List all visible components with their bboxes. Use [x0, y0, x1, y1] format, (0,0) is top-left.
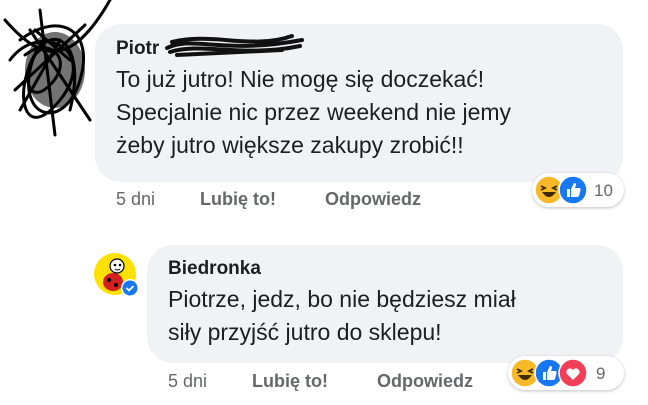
comment-timestamp[interactable]: 5 dni: [116, 189, 155, 210]
like-link[interactable]: Lubię to!: [252, 371, 328, 392]
comment-author[interactable]: Piotr: [116, 38, 159, 60]
comment-author[interactable]: Biedronka: [168, 258, 261, 280]
reaction-count: 9: [596, 364, 606, 383]
comment-text: To już jutro! Nie mogę się doczekać! Spe…: [116, 66, 512, 158]
reactions-summary[interactable]: 9: [508, 356, 624, 390]
reaction-count: 10: [594, 181, 613, 200]
reply-link[interactable]: Odpowiedz: [325, 189, 421, 210]
like-icon: [558, 175, 588, 205]
like-link[interactable]: Lubię to!: [200, 189, 276, 210]
biedronka-avatar[interactable]: [93, 252, 141, 300]
reactions-summary[interactable]: 10: [532, 173, 624, 207]
comment-timestamp[interactable]: 5 dni: [168, 371, 207, 392]
love-icon: [558, 358, 588, 388]
verified-badge-icon: [122, 280, 138, 296]
name-redaction-scribble: [165, 34, 304, 57]
comment-text: Piotrze, jedz, bo nie będziesz miał siły…: [168, 286, 516, 345]
reply-link[interactable]: Odpowiedz: [377, 371, 473, 392]
